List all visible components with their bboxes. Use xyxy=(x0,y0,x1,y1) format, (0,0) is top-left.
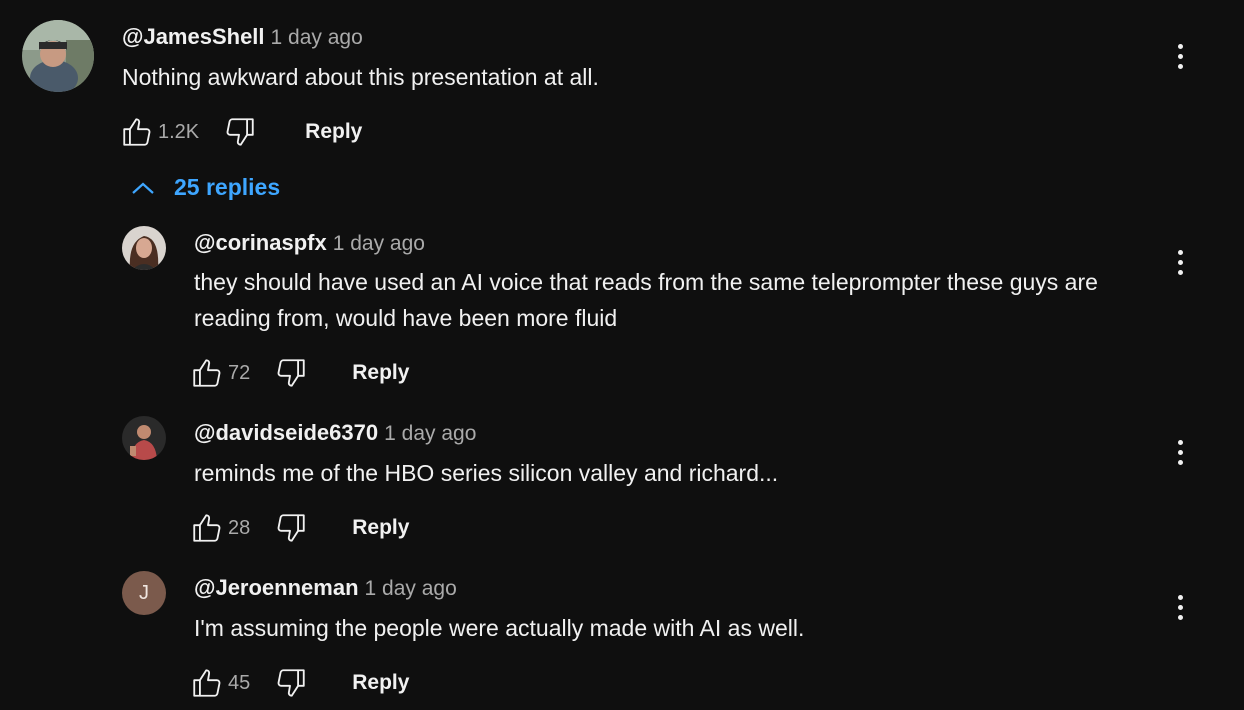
dot xyxy=(1177,614,1183,620)
avatar[interactable] xyxy=(22,20,94,92)
reply-button[interactable]: Reply xyxy=(305,120,362,144)
comment-actions: 28 Reply xyxy=(190,508,409,548)
replies-count-label: 25 replies xyxy=(174,174,281,200)
thumbs-down-icon xyxy=(226,118,254,146)
thumbs-up-icon xyxy=(123,118,151,146)
comment-time[interactable]: 1 day ago xyxy=(384,422,476,445)
comment-author[interactable]: @Jeroenneman 1 day ago xyxy=(194,575,457,601)
dot xyxy=(1177,459,1183,465)
comment-actions: 72 Reply xyxy=(190,353,409,393)
more-actions-button[interactable] xyxy=(1166,36,1194,76)
more-vert-icon xyxy=(1177,249,1183,255)
thumbs-down-icon xyxy=(277,514,305,542)
avatar-letter: J xyxy=(139,581,149,604)
more-actions-button[interactable] xyxy=(1166,242,1194,282)
more-vert-icon xyxy=(1177,43,1183,49)
author-name[interactable]: @corinaspfx xyxy=(194,230,327,255)
like-count: 1.2K xyxy=(158,120,200,143)
replies-toggle[interactable]: 25 replies xyxy=(130,174,280,201)
like-count: 45 xyxy=(228,671,251,694)
like-button[interactable] xyxy=(190,511,224,545)
comment-author[interactable]: @corinaspfx 1 day ago xyxy=(194,230,425,256)
more-actions-button[interactable] xyxy=(1166,587,1194,627)
avatar[interactable] xyxy=(122,416,166,460)
thumbs-down-icon xyxy=(277,359,305,387)
comment-thread: @JamesShell 1 day ago Nothing awkward abo… xyxy=(0,0,1244,160)
comment-time[interactable]: 1 day ago xyxy=(271,26,363,49)
dot xyxy=(1177,449,1183,455)
comment-time[interactable]: 1 day ago xyxy=(333,232,425,255)
comment-text: they should have used an AI voice that r… xyxy=(194,269,1098,331)
dot xyxy=(1177,53,1183,59)
dot xyxy=(1177,604,1183,610)
author-name[interactable]: @Jeroenneman xyxy=(194,575,359,600)
thumbs-up-icon xyxy=(193,359,221,387)
like-button[interactable] xyxy=(190,356,224,390)
comment-actions: 45 Reply xyxy=(190,663,409,703)
more-vert-icon xyxy=(1177,439,1183,445)
thumbs-up-icon xyxy=(193,669,221,697)
like-button[interactable] xyxy=(120,115,154,149)
more-vert-icon xyxy=(1177,594,1183,600)
comment-time[interactable]: 1 day ago xyxy=(365,577,457,600)
dot xyxy=(1177,259,1183,265)
thumbs-down-icon xyxy=(277,669,305,697)
dislike-button[interactable] xyxy=(274,666,308,700)
comment-text: Nothing awkward about this presentation … xyxy=(122,64,599,90)
reply-button[interactable]: Reply xyxy=(352,671,409,695)
comment-text: I'm assuming the people were actually ma… xyxy=(194,615,805,641)
comment-author[interactable]: @davidseide6370 1 day ago xyxy=(194,420,476,446)
author-name[interactable]: @davidseide6370 xyxy=(194,420,378,445)
chevron-up-icon xyxy=(132,182,154,194)
reply-button[interactable]: Reply xyxy=(352,361,409,385)
comment-actions: 1.2K Reply xyxy=(120,112,362,152)
like-count: 28 xyxy=(228,516,251,539)
comment-author[interactable]: @JamesShell 1 day ago xyxy=(122,24,363,50)
dislike-button[interactable] xyxy=(274,511,308,545)
dislike-button[interactable] xyxy=(223,115,257,149)
dislike-button[interactable] xyxy=(274,356,308,390)
avatar[interactable] xyxy=(122,226,166,270)
dot xyxy=(1177,269,1183,275)
like-count: 72 xyxy=(228,361,251,384)
reply-button[interactable]: Reply xyxy=(352,516,409,540)
avatar[interactable]: J xyxy=(122,571,166,615)
dot xyxy=(1177,63,1183,69)
thumbs-up-icon xyxy=(193,514,221,542)
like-button[interactable] xyxy=(190,666,224,700)
more-actions-button[interactable] xyxy=(1166,432,1194,472)
author-name[interactable]: @JamesShell xyxy=(122,24,265,49)
comment-text: reminds me of the HBO series silicon val… xyxy=(194,460,779,486)
